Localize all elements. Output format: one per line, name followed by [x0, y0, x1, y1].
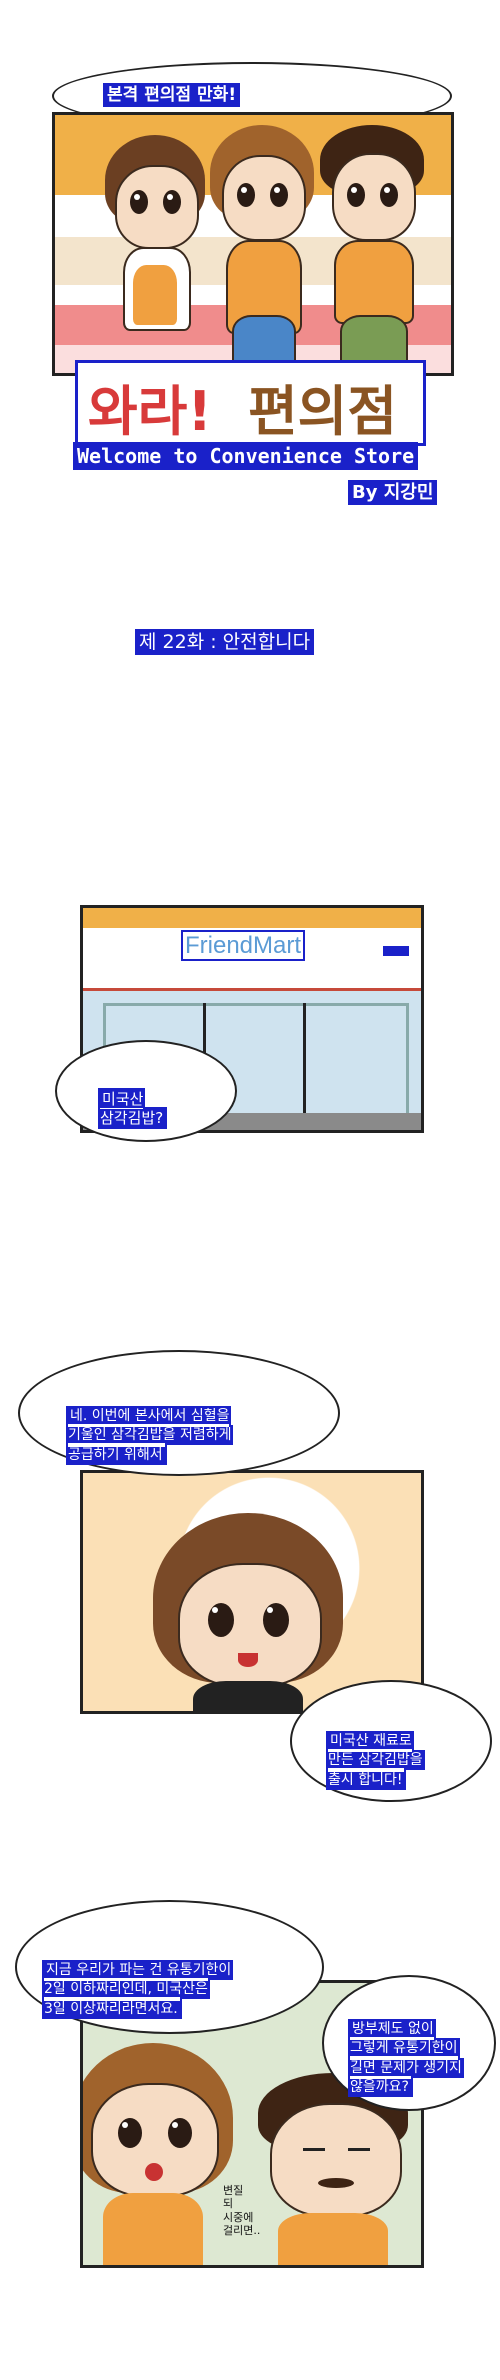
character-clerk	[153, 1513, 353, 1711]
cover-logo: 와라! 편의점	[75, 360, 426, 446]
character-girl-left	[105, 135, 215, 373]
logo-text-red: 와라!	[88, 380, 212, 443]
logo-text-brown: 편의점	[248, 380, 398, 443]
panel-3-bubble-right-text: 방부제도 없이 그렇게 유통기한이 길면 문제가 생기지 않을까요?	[348, 2018, 464, 2098]
panel-3-small-text: 변질 되 시중에 걸리면..	[223, 2184, 261, 2237]
store-sign: FriendMart	[180, 930, 306, 961]
cover-author: By 지강민	[347, 480, 438, 505]
character-boy-right	[320, 125, 430, 373]
panel-2-clerk	[80, 1470, 424, 1714]
store-small-sign	[383, 946, 409, 956]
character-girl-middle	[210, 125, 320, 373]
panel-2-bubble-bottom-text: 미국산 재료로 만든 삼각김밥을 출시 합니다!	[326, 1730, 425, 1790]
cover-subtitle: Welcome to Convenience Store	[72, 442, 419, 470]
episode-title: 제 22화 : 안전합니다	[134, 629, 315, 655]
panel-3-bubble-left-text: 지금 우리가 파는 건 유통기한이 2일 이하짜리인데, 미국산은 3일 이상짜…	[41, 1959, 234, 2019]
panel-1-bubble-text: 미국산 삼각김밥?	[97, 1087, 168, 1129]
panel-2-bubble-top-text: 네. 이번에 본사에서 심혈을 기울인 삼각김밥을 저렴하게 공급하기 위해서	[65, 1405, 234, 1465]
cover-panel	[52, 112, 454, 376]
character-girl-shouting	[83, 2043, 243, 2265]
cover-tagline: 본격 편의점 만화!	[102, 83, 241, 107]
